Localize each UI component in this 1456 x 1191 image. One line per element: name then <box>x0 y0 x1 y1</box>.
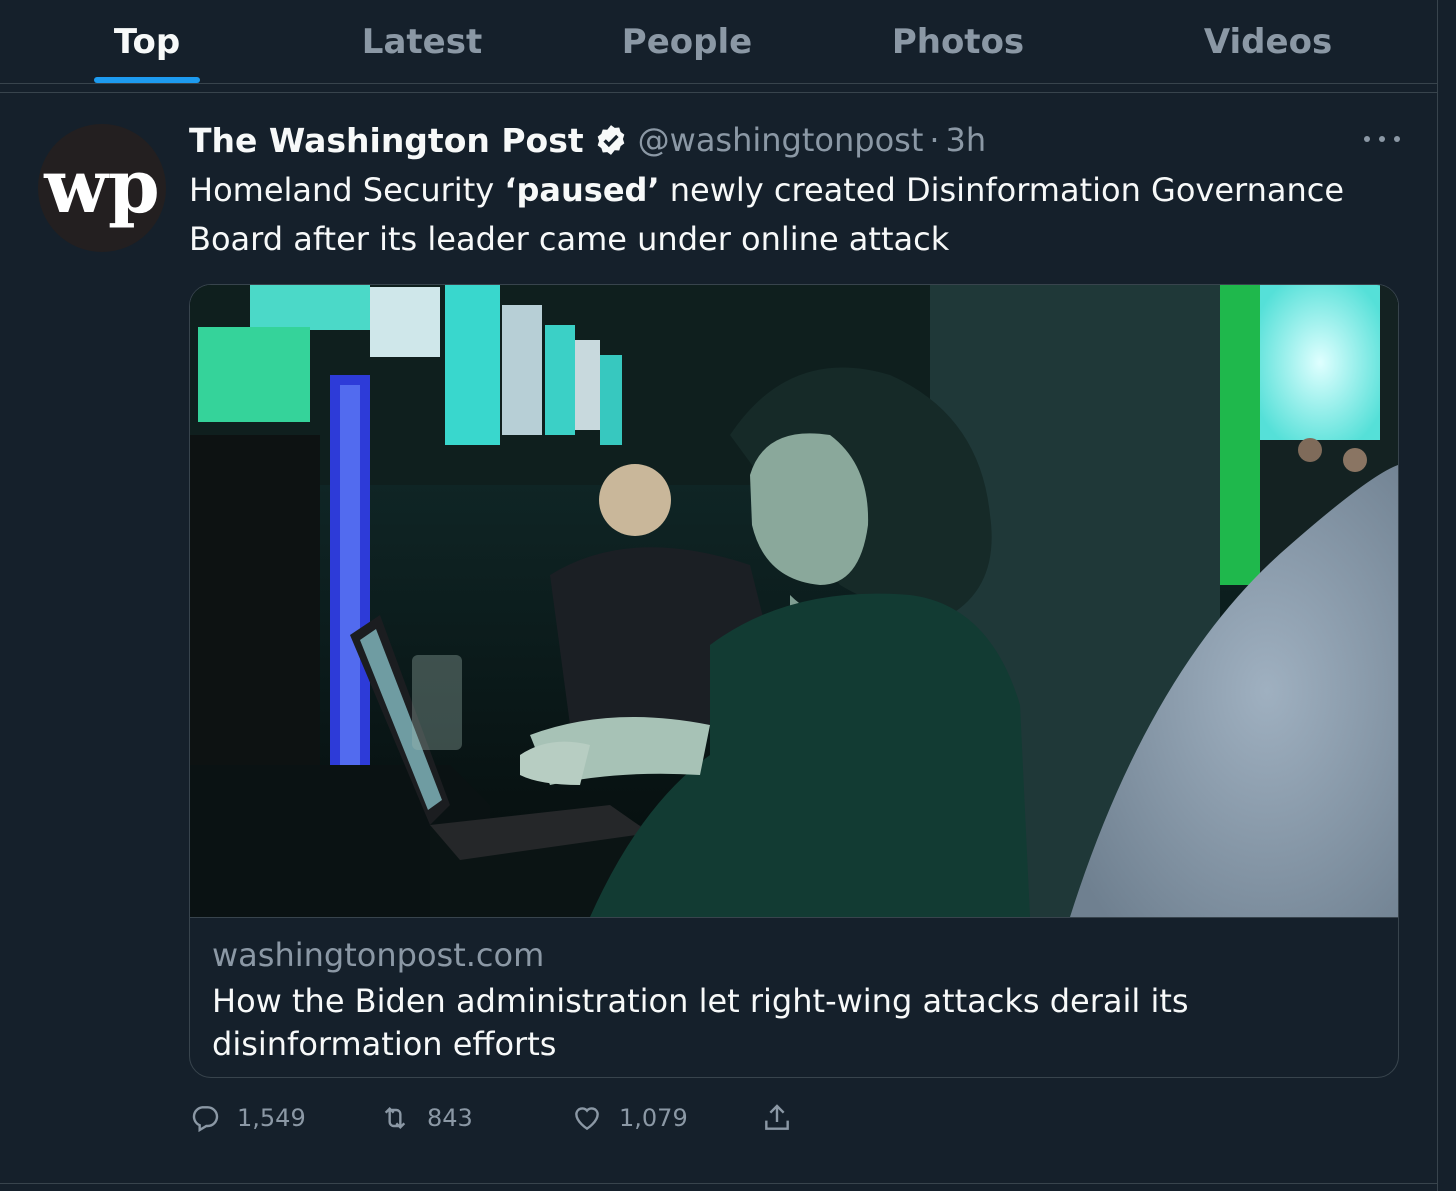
card-title[interactable]: How the Biden administration let right-w… <box>212 980 1272 1066</box>
tab-top[interactable]: Top <box>94 0 200 83</box>
more-icon[interactable] <box>1364 124 1400 154</box>
tab-label: People <box>621 21 753 62</box>
separator: · <box>929 121 940 159</box>
tweet-text-bold: ‘paused’ <box>504 171 660 209</box>
like-button[interactable]: 1,079 <box>571 1096 688 1140</box>
reply-count: 1,549 <box>237 1104 306 1132</box>
active-tab-indicator <box>94 77 200 83</box>
divider <box>0 1183 1438 1184</box>
link-card[interactable]: washingtonpost.com How the Biden adminis… <box>189 284 1399 1078</box>
tab-label: Top <box>113 21 181 62</box>
tweet-text: Homeland Security ‘paused’ newly created… <box>189 166 1399 264</box>
avatar[interactable]: wp <box>38 124 166 252</box>
tab-people[interactable]: People <box>612 0 762 83</box>
tab-label: Latest <box>361 21 483 62</box>
divider <box>0 92 1438 93</box>
tweet-text-part: Homeland Security <box>189 171 505 209</box>
like-icon <box>575 1107 599 1131</box>
retweet-count: 843 <box>427 1104 473 1132</box>
reply-icon <box>192 1106 219 1133</box>
retweet-icon <box>384 1106 406 1130</box>
author-handle[interactable]: @washingtonpost <box>638 121 924 159</box>
svg-text:wp: wp <box>43 144 159 230</box>
like-count: 1,079 <box>619 1104 688 1132</box>
verified-badge-icon <box>597 125 624 155</box>
wp-logo-icon: wp <box>43 144 159 230</box>
card-domain: washingtonpost.com <box>212 936 545 974</box>
tab-photos[interactable]: Photos <box>884 0 1032 83</box>
tab-videos[interactable]: Videos <box>1196 0 1340 83</box>
retweet-button[interactable]: 843 <box>379 1096 473 1140</box>
tweet-header: The Washington Post @washingtonpost · 3h <box>189 116 986 164</box>
search-tabs: Top Latest People Photos Videos <box>0 0 1438 84</box>
reply-button[interactable]: 1,549 <box>189 1096 306 1140</box>
card-photo <box>190 285 1398 917</box>
tab-label: Videos <box>1203 21 1333 62</box>
tab-latest[interactable]: Latest <box>352 0 492 83</box>
share-icon <box>765 1104 789 1130</box>
author-name[interactable]: The Washington Post <box>189 121 584 160</box>
tab-label: Photos <box>891 21 1025 62</box>
column-border <box>1437 0 1438 1191</box>
timestamp[interactable]: 3h <box>946 121 987 159</box>
share-button[interactable] <box>761 1096 809 1140</box>
card-meta: washingtonpost.com How the Biden adminis… <box>190 917 1398 1077</box>
